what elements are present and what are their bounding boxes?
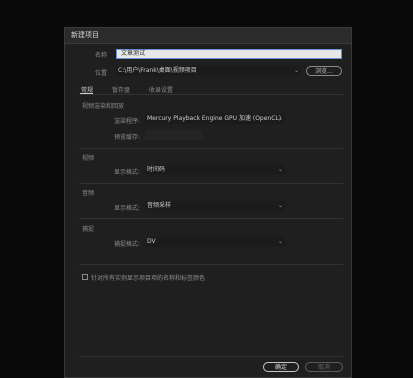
name-input-value: 文章测试 — [121, 50, 146, 57]
section-divider — [79, 218, 343, 219]
browse-button[interactable]: 浏览... — [306, 66, 342, 76]
chevron-down-icon: ⌄ — [277, 238, 283, 245]
preview-cache-select — [145, 130, 203, 140]
renderer-select[interactable]: Mercury Playback Engine GPU 加速 (OpenCL) … — [145, 114, 285, 124]
chevron-down-icon: ⌄ — [277, 115, 283, 122]
capture-format-value: DV — [147, 238, 156, 245]
chevron-down-icon: ⌄ — [277, 202, 283, 209]
section-title-audio: 音频 — [82, 190, 95, 197]
new-project-dialog: 新建项目 名称 文章测试 位置 C:\用户\Frank\桌面\视频项目 ⌄ 浏览… — [64, 27, 352, 378]
dialog-titlebar: 新建项目 — [65, 28, 351, 44]
chevron-down-icon: ⌄ — [293, 67, 299, 74]
audio-display-format-value: 音频采样 — [147, 202, 172, 209]
section-title-capture: 捕捉 — [82, 226, 95, 233]
section-title-render: 视频渲染和回放 — [82, 103, 125, 110]
section-divider — [79, 183, 343, 184]
capture-format-select[interactable]: DV ⌄ — [145, 237, 285, 247]
section-title-video: 视频 — [82, 155, 95, 162]
name-input[interactable]: 文章测试 — [116, 49, 342, 59]
preview-cache-label: 预览缓存: — [114, 134, 141, 141]
video-display-format-value: 时间码 — [147, 166, 166, 173]
capture-format-label: 捕捉格式: — [114, 241, 141, 248]
audio-display-format-select[interactable]: 音频采样 ⌄ — [145, 201, 285, 211]
show-name-label-colors-checkbox[interactable] — [82, 274, 88, 280]
section-divider — [79, 148, 343, 149]
video-display-format-label: 显示格式: — [114, 169, 141, 176]
tab-divider — [79, 94, 343, 95]
audio-display-format-label: 显示格式: — [114, 205, 141, 212]
location-label: 位置 — [95, 70, 108, 77]
cancel-button[interactable]: 取消 — [305, 362, 343, 372]
name-label: 名称 — [95, 52, 108, 59]
tab-ingest-settings[interactable]: 收录设置 — [149, 85, 173, 94]
show-name-label-colors-label: 针对所有实例显示项目项的名称和标签颜色 — [91, 275, 206, 282]
video-display-format-select[interactable]: 时间码 ⌄ — [145, 165, 285, 175]
section-divider — [79, 264, 343, 265]
dialog-title: 新建项目 — [71, 31, 99, 39]
footer-divider — [79, 356, 343, 357]
location-select[interactable]: C:\用户\Frank\桌面\视频项目 ⌄ — [116, 66, 301, 76]
tab-scratch-disks[interactable]: 暂存盘 — [112, 85, 130, 94]
renderer-label: 渲染程序: — [114, 118, 141, 125]
chevron-down-icon: ⌄ — [277, 166, 283, 173]
location-value: C:\用户\Frank\桌面\视频项目 — [118, 67, 197, 74]
renderer-value: Mercury Playback Engine GPU 加速 (OpenCL) — [147, 115, 282, 122]
ok-button[interactable]: 确定 — [263, 362, 299, 372]
